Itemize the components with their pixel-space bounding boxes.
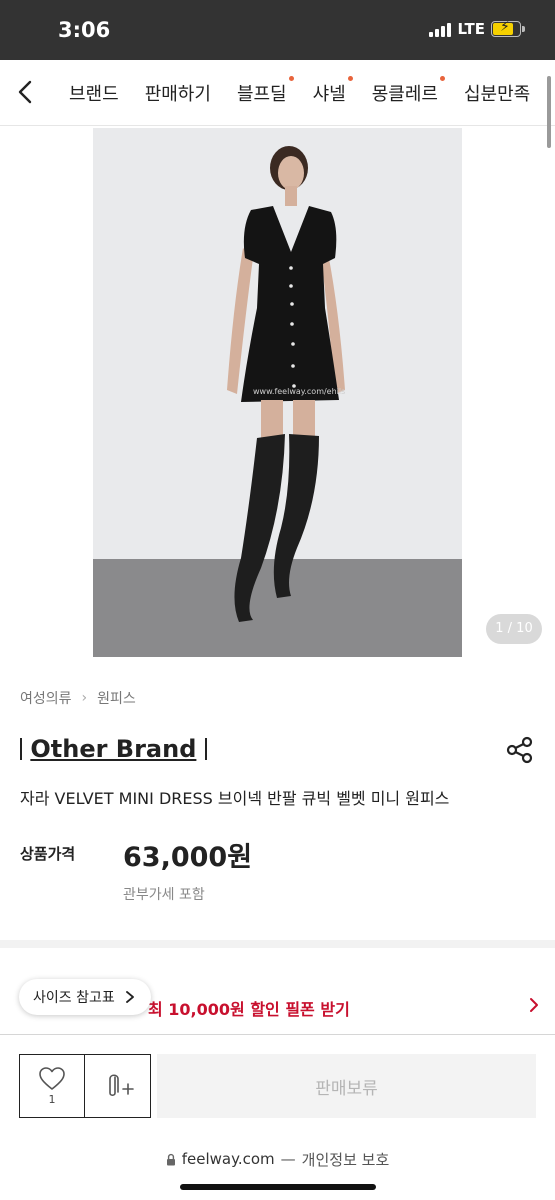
category-nav-bar: 브랜드 판매하기 블프딜 샤넬 몽클레르 십분만족 [0,60,555,126]
nav-item-chanel[interactable]: 샤넬 [313,76,353,106]
size-chart-button[interactable]: 사이즈 참고표 [19,979,151,1015]
back-button[interactable] [10,76,42,108]
like-count: 1 [48,1093,56,1106]
status-bar: 3:06 LTE ⚡ [0,0,555,60]
chevron-left-icon [18,80,32,104]
url-separator: — [280,1150,296,1168]
privacy-label: 개인정보 보호 [301,1150,390,1169]
network-label: LTE [457,20,485,38]
nav-item-black-friday-deal[interactable]: 블프딜 [237,76,294,106]
bottom-action-bar: 1 판매보류 [19,1054,536,1118]
chevron-right-icon: › [81,690,88,706]
product-image[interactable]: www.feelway.com/ehils [93,128,462,657]
lock-icon [166,1153,175,1165]
status-icons: LTE ⚡ [429,19,525,38]
nav-item-brand[interactable]: 브랜드 [69,80,119,106]
brand-bar-left [20,738,22,760]
size-chart-label: 사이즈 참고표 [33,990,115,1006]
heart-icon [39,1067,65,1090]
sale-on-hold-button[interactable]: 판매보류 [157,1054,536,1118]
model-photo-illustration: www.feelway.com/ehils [227,146,345,622]
share-button[interactable] [505,735,535,765]
new-dot [288,76,294,81]
coupon-banner[interactable]: 최 10,000원 할인 필폰 받기 사이즈 참고표 [0,978,555,1034]
add-attachment-button[interactable] [84,1054,151,1118]
breadcrumb: 여성의류 › 원피스 [20,688,136,708]
scrollbar[interactable] [547,76,551,148]
signal-icon [429,21,452,37]
chevron-right-icon [530,998,538,1012]
brand-name: Other Brand [30,735,197,763]
price-value: 63,000원 [123,842,253,873]
status-time: 3:06 [58,18,111,42]
divider [0,1034,555,1035]
nav-item-satisfaction[interactable]: 십분만족 [464,80,530,106]
battery-charging-icon: ⚡ [491,19,525,37]
url-domain: feelway.com [181,1150,275,1168]
chevron-right-icon [125,991,134,1003]
nav-item-sell[interactable]: 판매하기 [145,80,211,106]
nav-item-moncler[interactable]: 몽클레르 [372,76,445,106]
category-tabs: 브랜드 판매하기 블프딜 샤넬 몽클레르 십분만족 [69,76,555,106]
section-divider [0,940,555,948]
new-dot [347,76,353,81]
image-watermark: www.feelway.com/ehils [253,387,345,396]
breadcrumb-item-dress[interactable]: 원피스 [97,688,136,708]
like-button[interactable]: 1 [19,1054,85,1118]
paperclip-plus-icon [108,1074,134,1097]
home-indicator[interactable] [180,1184,376,1190]
coupon-text: 최 10,000원 할인 필폰 받기 [148,1000,350,1019]
image-counter: 1 / 10 [486,614,542,644]
new-dot [440,76,445,81]
price-label: 상품가격 [20,845,76,863]
product-title: 자라 VELVET MINI DRESS 브이넥 반팔 큐빅 벨벳 미니 원피스 [20,789,450,808]
brand-bar-right [204,738,207,760]
share-icon [506,736,533,764]
breadcrumb-item-women-clothing[interactable]: 여성의류 [20,688,72,708]
tax-note: 관부가세 포함 [123,887,205,903]
brand-link[interactable]: Other Brand [20,735,207,763]
browser-url-bar[interactable]: feelway.com — 개인정보 보호 [0,1140,555,1178]
